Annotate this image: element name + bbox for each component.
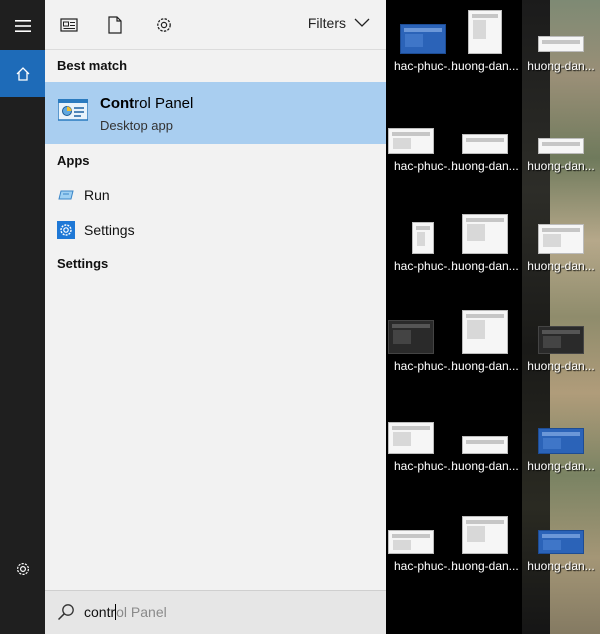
desktop-icon[interactable] (524, 224, 598, 254)
desktop-icon-caption: hac-phuc-... (394, 559, 458, 573)
file-thumbnail (538, 36, 584, 52)
gear-icon (157, 18, 171, 32)
search-suggestion-text: ol Panel (116, 604, 167, 620)
desktop-icon-caption: hac-phuc-... (394, 359, 458, 373)
desktop-icon[interactable] (448, 516, 522, 554)
app-result-settings[interactable]: Settings (45, 213, 386, 247)
desktop-icon[interactable] (386, 222, 436, 254)
apps-heading: Apps (57, 153, 90, 168)
news-filter-button[interactable] (57, 13, 81, 37)
file-thumbnail (388, 530, 434, 554)
document-icon (108, 16, 122, 34)
desktop-icon-caption: huong-dan... (451, 459, 519, 473)
control-panel-icon (58, 99, 88, 121)
home-button[interactable] (0, 50, 45, 97)
desktop-icon-caption: hac-phuc-... (394, 459, 458, 473)
search-panel: Filters Best match Control Panel Desktop… (45, 0, 386, 634)
gear-icon (16, 562, 29, 575)
search-topbar: Filters (45, 0, 386, 50)
file-thumbnail (388, 422, 434, 454)
hamburger-icon (14, 19, 31, 32)
documents-filter-button[interactable] (103, 13, 127, 37)
file-thumbnail (462, 310, 508, 354)
desktop-icon[interactable] (448, 436, 522, 454)
desktop-icon-caption: hac-phuc-... (394, 59, 458, 73)
run-icon (55, 184, 77, 206)
desktop-background: hac-phuc-... huong-dan... huong-dan... h… (386, 0, 600, 634)
file-thumbnail (388, 320, 434, 354)
desktop-icon[interactable] (386, 128, 436, 154)
best-match-title: Control Panel (100, 95, 193, 112)
menu-button[interactable] (0, 2, 45, 49)
desktop-icon-caption: hac-phuc-... (394, 259, 458, 273)
file-thumbnail (462, 134, 508, 154)
file-thumbnail (462, 436, 508, 454)
search-box[interactable]: control Panel (45, 590, 386, 634)
search-typed-text: contr (84, 604, 116, 620)
file-thumbnail (538, 138, 584, 154)
file-thumbnail (462, 214, 508, 254)
file-thumbnail (538, 530, 584, 554)
desktop-icon-caption: huong-dan... (527, 59, 595, 73)
filters-label: Filters (307, 15, 346, 31)
desktop-icon[interactable] (524, 36, 598, 52)
desktop-icon-caption: huong-dan... (451, 359, 519, 373)
desktop-icon[interactable] (524, 428, 598, 454)
file-thumbnail (412, 222, 434, 254)
file-thumbnail (538, 326, 584, 354)
desktop-icon[interactable] (386, 530, 436, 554)
file-thumbnail (538, 224, 584, 254)
settings-rail-button[interactable] (0, 545, 45, 592)
search-icon (57, 604, 74, 621)
desktop-icon[interactable] (448, 214, 522, 254)
best-match-title-rest: rol Panel (134, 95, 194, 112)
desktop-icon-caption: huong-dan... (451, 59, 519, 73)
chevron-down-icon (354, 18, 370, 27)
desktop-icon[interactable] (524, 326, 598, 354)
gear-icon (55, 219, 77, 241)
desktop-icon[interactable] (524, 530, 598, 554)
search-input[interactable]: control Panel (84, 604, 167, 620)
desktop-icon-caption: huong-dan... (451, 259, 519, 273)
desktop-icon-caption: hac-phuc-... (394, 159, 458, 173)
settings-heading: Settings (57, 256, 109, 271)
home-icon (16, 66, 29, 81)
desktop-icon-caption: huong-dan... (527, 159, 595, 173)
desktop-icon[interactable] (386, 24, 446, 54)
app-result-label: Settings (84, 222, 135, 238)
desktop-icon[interactable] (448, 10, 522, 54)
desktop-icon-caption: huong-dan... (527, 359, 595, 373)
file-thumbnail (388, 128, 434, 154)
desktop-icon[interactable] (448, 310, 522, 354)
file-thumbnail (538, 428, 584, 454)
desktop-icon[interactable] (386, 320, 436, 354)
file-thumbnail (462, 516, 508, 554)
news-icon (60, 18, 78, 32)
start-rail (0, 0, 45, 634)
best-match-heading: Best match (57, 58, 128, 73)
desktop-icon[interactable] (448, 134, 522, 154)
filters-dropdown[interactable]: Filters (308, 15, 370, 31)
desktop-icon[interactable] (524, 138, 598, 154)
file-thumbnail (400, 24, 446, 54)
app-result-label: Run (84, 187, 110, 203)
desktop-icon-caption: huong-dan... (527, 559, 595, 573)
settings-filter-button[interactable] (152, 13, 176, 37)
desktop-icon-caption: huong-dan... (527, 259, 595, 273)
best-match-title-bold: Cont (100, 95, 135, 112)
file-thumbnail (468, 10, 502, 54)
desktop-icon-caption: huong-dan... (527, 459, 595, 473)
app-result-run[interactable]: Run (45, 178, 386, 212)
desktop-icon[interactable] (386, 422, 436, 454)
desktop-icon-caption: huong-dan... (451, 559, 519, 573)
best-match-subtitle: Desktop app (100, 118, 173, 133)
desktop-icon-caption: huong-dan... (451, 159, 519, 173)
best-match-result[interactable]: Control Panel Desktop app (45, 82, 386, 144)
